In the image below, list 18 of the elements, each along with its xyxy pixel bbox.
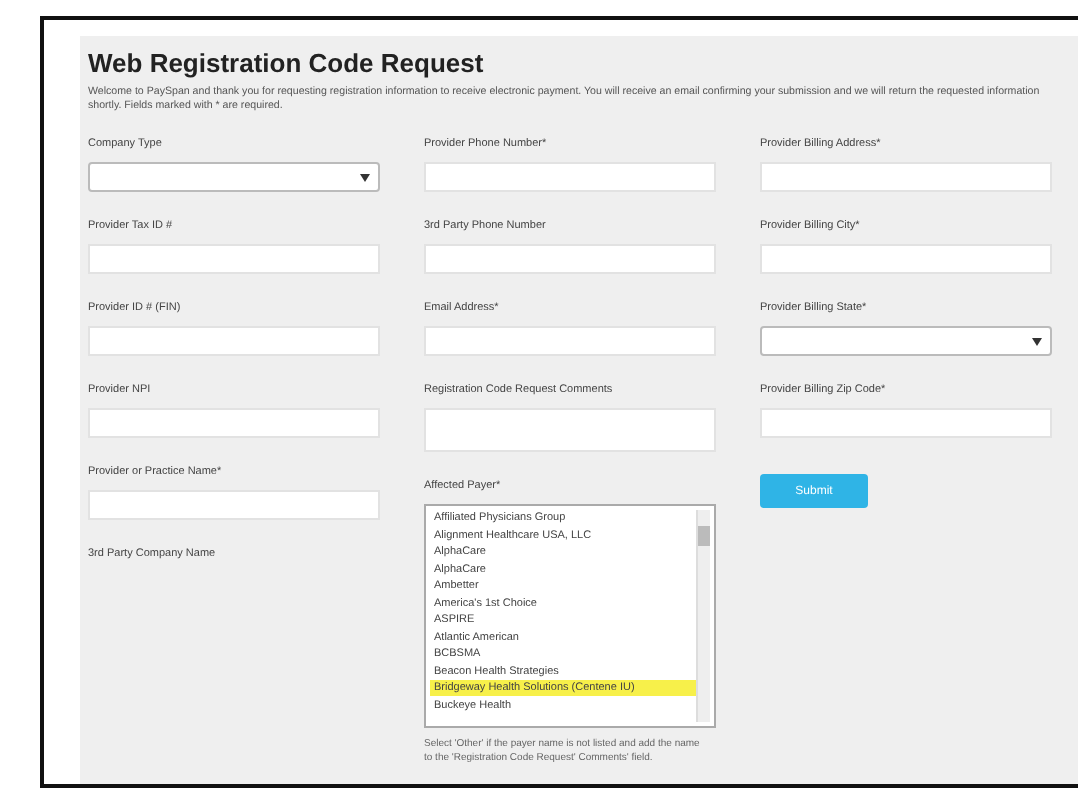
input-field[interactable]	[88, 490, 380, 520]
comments-textarea[interactable]	[424, 408, 716, 452]
caret-icon	[360, 174, 370, 182]
input-field[interactable]	[424, 162, 716, 192]
input-field[interactable]	[760, 162, 1052, 192]
page-title: Web Registration Code Request	[88, 48, 486, 78]
payer-listbox[interactable]	[424, 504, 716, 728]
input-field[interactable]	[424, 244, 716, 274]
caret-icon	[1032, 338, 1042, 346]
input-field[interactable]	[760, 244, 1052, 274]
input-field[interactable]	[424, 326, 716, 356]
input-field[interactable]	[760, 408, 1052, 438]
input-field[interactable]	[88, 408, 380, 438]
input-field[interactable]	[88, 326, 380, 356]
dropdown[interactable]	[88, 162, 380, 192]
scrollbar[interactable]	[696, 510, 710, 722]
input-field[interactable]	[88, 244, 380, 274]
dropdown[interactable]	[760, 326, 1052, 356]
